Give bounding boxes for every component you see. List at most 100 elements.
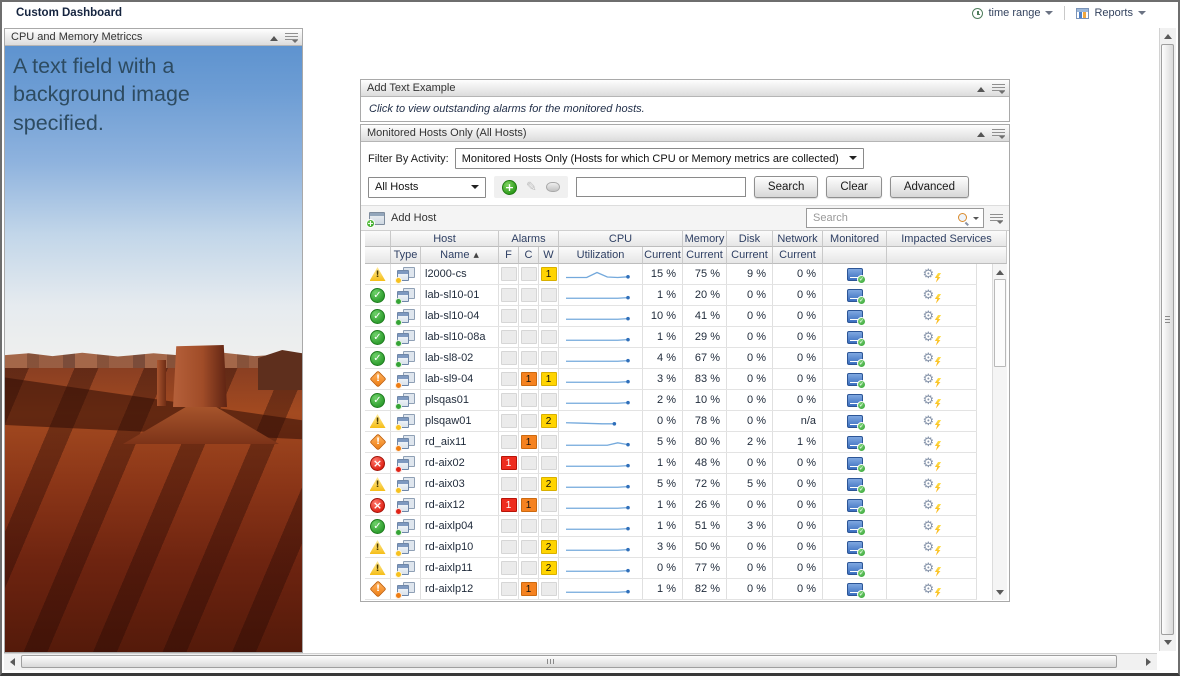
cpu-sparkline-cell[interactable] — [559, 474, 643, 494]
time-range-control[interactable]: time range — [972, 7, 1053, 19]
cpu-sparkline-cell[interactable] — [559, 516, 643, 536]
scroll-up-icon[interactable] — [1160, 28, 1176, 43]
header-cpu-current[interactable]: Current — [643, 247, 683, 264]
critical-count-cell[interactable] — [519, 327, 539, 347]
critical-count-cell[interactable] — [519, 285, 539, 305]
delete-icon[interactable] — [546, 182, 560, 192]
host-name-cell[interactable]: rd-aixlp10 — [421, 537, 499, 557]
impacted-services-cell[interactable] — [887, 348, 977, 368]
monitored-cell[interactable] — [823, 474, 887, 494]
cpu-sparkline-cell[interactable] — [559, 495, 643, 515]
header-fatal[interactable]: F — [499, 247, 519, 264]
impacted-services-cell[interactable] — [887, 390, 977, 410]
header-warning[interactable]: W — [539, 247, 559, 264]
critical-count-cell[interactable] — [519, 264, 539, 284]
impacted-services-cell[interactable] — [887, 264, 977, 284]
fatal-count-cell[interactable]: 1 — [499, 453, 519, 473]
table-row[interactable]: ! lab-sl9-04 1 1 3 % 83 % 0 % 0 % — [365, 369, 977, 390]
critical-count-cell[interactable] — [519, 453, 539, 473]
panel-menu-icon[interactable] — [285, 33, 298, 42]
impacted-services-cell[interactable] — [887, 579, 977, 599]
host-name-cell[interactable]: lab-sl10-01 — [421, 285, 499, 305]
monitored-cell[interactable] — [823, 411, 887, 431]
critical-count-cell[interactable]: 1 — [519, 495, 539, 515]
table-search-input[interactable] — [811, 211, 953, 225]
table-row[interactable]: ! rd-aixlp12 1 1 % 82 % 0 % 0 % — [365, 579, 977, 600]
header-network[interactable]: Network — [773, 231, 823, 247]
host-name-cell[interactable]: rd-aixlp04 — [421, 516, 499, 536]
search-button[interactable]: Search — [754, 176, 818, 198]
monitored-cell[interactable] — [823, 369, 887, 389]
header-disk-current[interactable]: Current — [727, 247, 773, 264]
monitored-cell[interactable] — [823, 579, 887, 599]
add-scope-button[interactable]: + — [502, 180, 517, 195]
impacted-services-cell[interactable] — [887, 537, 977, 557]
table-row[interactable]: ! rd-aixlp11 2 0 % 77 % 0 % 0 % — [365, 558, 977, 579]
impacted-services-cell[interactable] — [887, 327, 977, 347]
cpu-sparkline-cell[interactable] — [559, 411, 643, 431]
host-name-cell[interactable]: plsqas01 — [421, 390, 499, 410]
host-name-cell[interactable]: lab-sl10-08a — [421, 327, 499, 347]
cpu-sparkline-cell[interactable] — [559, 348, 643, 368]
table-row[interactable]: × rd-aix02 1 1 % 48 % 0 % 0 % — [365, 453, 977, 474]
scroll-down-icon[interactable] — [993, 586, 1007, 600]
vertical-scrollbar-thumb[interactable] — [1161, 44, 1174, 635]
fatal-count-cell[interactable] — [499, 516, 519, 536]
impacted-services-cell[interactable] — [887, 474, 977, 494]
cpu-sparkline-cell[interactable] — [559, 285, 643, 305]
monitored-cell[interactable] — [823, 453, 887, 473]
reports-control[interactable]: Reports — [1076, 7, 1146, 19]
table-scrollbar[interactable] — [992, 264, 1007, 600]
warning-count-cell[interactable] — [539, 453, 559, 473]
clear-button[interactable]: Clear — [826, 176, 881, 198]
monitored-cell[interactable] — [823, 390, 887, 410]
table-row[interactable]: ! rd-aix03 2 5 % 72 % 5 % 0 % — [365, 474, 977, 495]
warning-count-cell[interactable]: 1 — [539, 264, 559, 284]
cpu-sparkline-cell[interactable] — [559, 264, 643, 284]
header-memory[interactable]: Memory — [683, 231, 727, 247]
activity-filter-select[interactable]: Monitored Hosts Only (Hosts for which CP… — [455, 148, 864, 169]
impacted-services-cell[interactable] — [887, 285, 977, 305]
host-name-cell[interactable]: l2000-cs — [421, 264, 499, 284]
monitored-cell[interactable] — [823, 432, 887, 452]
add-host-button[interactable]: + Add Host — [369, 212, 436, 225]
header-critical[interactable]: C — [519, 247, 539, 264]
vertical-scrollbar[interactable] — [1159, 28, 1176, 651]
warning-count-cell[interactable] — [539, 306, 559, 326]
fatal-count-cell[interactable] — [499, 327, 519, 347]
fatal-count-cell[interactable] — [499, 306, 519, 326]
fatal-count-cell[interactable] — [499, 369, 519, 389]
warning-count-cell[interactable]: 2 — [539, 558, 559, 578]
cpu-sparkline-cell[interactable] — [559, 432, 643, 452]
impacted-services-cell[interactable] — [887, 369, 977, 389]
critical-count-cell[interactable]: 1 — [519, 579, 539, 599]
critical-count-cell[interactable] — [519, 516, 539, 536]
panel-menu-icon[interactable] — [992, 129, 1005, 138]
header-disk[interactable]: Disk — [727, 231, 773, 247]
host-name-cell[interactable]: lab-sl10-04 — [421, 306, 499, 326]
alarms-link-text[interactable]: Click to view outstanding alarms for the… — [361, 97, 1009, 121]
cpu-sparkline-cell[interactable] — [559, 306, 643, 326]
header-cpu[interactable]: CPU — [559, 231, 683, 247]
scroll-left-icon[interactable] — [4, 654, 19, 670]
advanced-button[interactable]: Advanced — [890, 176, 969, 198]
critical-count-cell[interactable]: 1 — [519, 369, 539, 389]
host-name-cell[interactable]: lab-sl9-04 — [421, 369, 499, 389]
warning-count-cell[interactable] — [539, 516, 559, 536]
monitored-cell[interactable] — [823, 348, 887, 368]
host-name-cell[interactable]: rd-aix02 — [421, 453, 499, 473]
fatal-count-cell[interactable] — [499, 537, 519, 557]
scroll-down-icon[interactable] — [1160, 636, 1176, 651]
critical-count-cell[interactable] — [519, 348, 539, 368]
impacted-services-cell[interactable] — [887, 453, 977, 473]
table-row[interactable]: ✓ rd-aixlp04 1 % 51 % 3 % 0 % — [365, 516, 977, 537]
header-type[interactable]: Type — [391, 247, 421, 264]
chevron-down-icon[interactable] — [973, 217, 979, 223]
table-row[interactable]: ! rd-aixlp10 2 3 % 50 % 0 % 0 % — [365, 537, 977, 558]
fatal-count-cell[interactable] — [499, 348, 519, 368]
header-host[interactable]: Host — [391, 231, 499, 247]
impacted-services-cell[interactable] — [887, 432, 977, 452]
warning-count-cell[interactable] — [539, 327, 559, 347]
host-name-cell[interactable]: rd-aix03 — [421, 474, 499, 494]
critical-count-cell[interactable] — [519, 537, 539, 557]
